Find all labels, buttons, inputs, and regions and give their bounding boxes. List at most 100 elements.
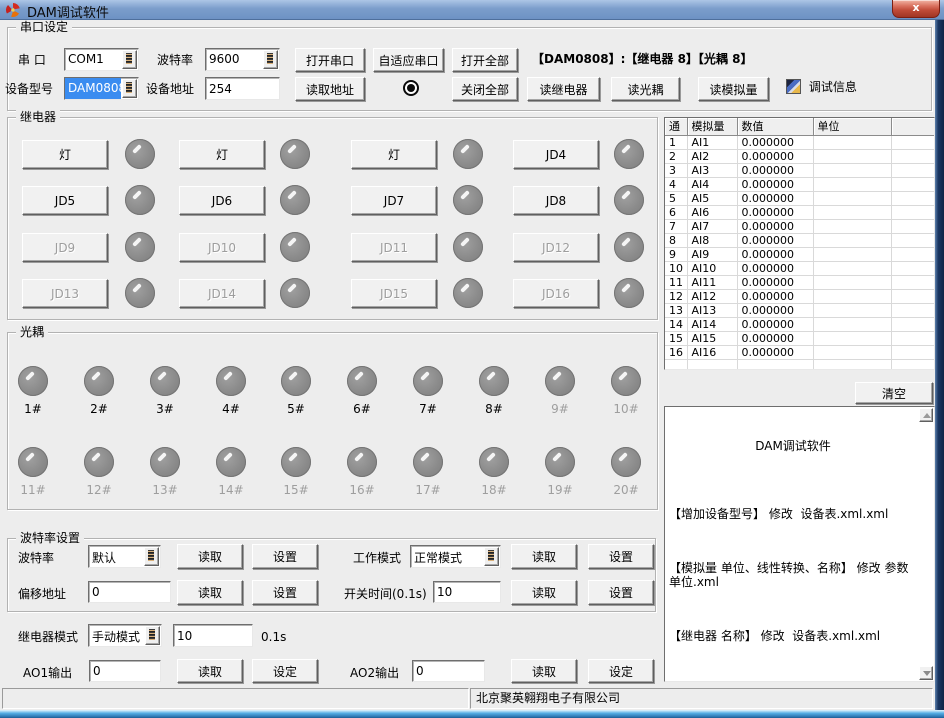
opto-label-17: 17#: [408, 483, 448, 497]
read-addr-button[interactable]: 读取地址: [295, 77, 365, 101]
port-status-indicator: [403, 80, 419, 96]
ao2-input[interactable]: [412, 660, 485, 682]
relay-led-14: [280, 278, 310, 308]
opto-label-3: 3#: [145, 402, 185, 416]
clear-log-button[interactable]: 清空: [855, 382, 933, 404]
relay-button-7[interactable]: JD7: [351, 186, 437, 215]
opto-led-11: [18, 447, 48, 477]
table-row[interactable]: 11AI110.000000: [665, 275, 935, 289]
work-mode-combobox[interactable]: 正常模式: [410, 545, 501, 568]
combo-drop-icon[interactable]: [263, 50, 278, 69]
ao2-set-button[interactable]: 设定: [588, 659, 654, 683]
relay-led-13: [125, 278, 155, 308]
relay-led-15: [453, 278, 483, 308]
table-row[interactable]: 10AI100.000000: [665, 261, 935, 275]
opto-led-8: [479, 366, 509, 396]
offset-set-button[interactable]: 设置: [252, 580, 318, 605]
opto-label-11: 11#: [13, 483, 53, 497]
combo-drop-icon[interactable]: [122, 79, 137, 98]
table-row[interactable]: 2AI20.000000: [665, 149, 935, 163]
work-mode-read-button[interactable]: 读取: [511, 544, 577, 569]
table-row[interactable]: 8AI80.000000: [665, 233, 935, 247]
switch-time-read-button[interactable]: 读取: [511, 580, 577, 605]
relay-mode-combobox[interactable]: 手动模式: [88, 624, 162, 647]
window-title: DAM调试软件: [27, 2, 109, 21]
relay-mode-time-input[interactable]: [173, 624, 253, 647]
relay-button-10[interactable]: JD10: [179, 233, 265, 262]
opto-led-1: [18, 366, 48, 396]
auto-adapt-port-button[interactable]: 自适应串口: [373, 48, 444, 72]
debug-info-toggle[interactable]: 调试信息: [786, 79, 857, 94]
relay-button-1[interactable]: 灯: [22, 140, 108, 169]
table-row[interactable]: 14AI140.000000: [665, 317, 935, 331]
opto-label-2: 2#: [79, 402, 119, 416]
relay-button-9[interactable]: JD9: [22, 233, 108, 262]
combo-drop-icon[interactable]: [122, 50, 137, 69]
title-bar: DAM调试软件: [0, 0, 944, 20]
relay-led-2: [280, 139, 310, 169]
baud-combobox[interactable]: 9600: [205, 48, 280, 71]
device-addr-label: 设备地址: [146, 82, 194, 96]
relay-button-13[interactable]: JD13: [22, 279, 108, 308]
table-row[interactable]: 16AI160.000000: [665, 345, 935, 359]
log-title: DAM调试软件: [669, 439, 917, 453]
combo-drop-icon[interactable]: [144, 547, 159, 566]
read-opto-button[interactable]: 读光耦: [611, 77, 680, 101]
relay-button-5[interactable]: JD5: [22, 186, 108, 215]
relay-button-6[interactable]: JD6: [179, 186, 265, 215]
table-row[interactable]: 13AI130.000000: [665, 303, 935, 317]
offset-read-button[interactable]: 读取: [177, 580, 243, 605]
relay-button-15[interactable]: JD15: [351, 279, 437, 308]
app-icon: [5, 2, 21, 18]
ao1-set-button[interactable]: 设定: [252, 659, 318, 683]
ao1-read-button[interactable]: 读取: [177, 659, 243, 683]
open-all-button[interactable]: 打开全部: [452, 48, 518, 72]
table-row[interactable]: 6AI60.000000: [665, 205, 935, 219]
relay-button-2[interactable]: 灯: [179, 140, 265, 169]
baudrate-set-button[interactable]: 设置: [252, 544, 318, 569]
relay-button-8[interactable]: JD8: [513, 186, 599, 215]
table-row[interactable]: 12AI120.000000: [665, 289, 935, 303]
relay-button-4[interactable]: JD4: [513, 140, 599, 169]
opto-led-4: [216, 366, 246, 396]
log-panel: DAM调试软件 【增加设备型号】 修改 设备表.xml.xml 【模拟量 单位、…: [664, 406, 935, 682]
read-analog-button[interactable]: 读模拟量: [698, 77, 769, 101]
table-row[interactable]: 5AI50.000000: [665, 191, 935, 205]
table-row[interactable]: 1AI10.000000: [665, 135, 935, 149]
relay-button-14[interactable]: JD14: [179, 279, 265, 308]
combo-drop-icon[interactable]: [484, 547, 499, 566]
baudrate-read-button[interactable]: 读取: [177, 544, 243, 569]
ao1-input[interactable]: [89, 660, 161, 682]
opto-label-1: 1#: [13, 402, 53, 416]
offset-addr-input[interactable]: [88, 581, 171, 603]
relay-led-8: [614, 185, 644, 215]
app-window: DAM调试软件 x 串口设定 串 口 COM1 波特率 9600 打开串口 自适…: [0, 0, 944, 718]
table-row[interactable]: 4AI40.000000: [665, 177, 935, 191]
relay-button-3[interactable]: 灯: [351, 140, 437, 169]
switch-time-input[interactable]: [433, 581, 501, 603]
opto-group-title: 光耦: [16, 325, 48, 339]
relay-button-16[interactable]: JD16: [513, 279, 599, 308]
opto-label-6: 6#: [342, 402, 382, 416]
port-combobox[interactable]: COM1: [64, 48, 139, 71]
table-row[interactable]: 9AI90.000000: [665, 247, 935, 261]
close-button[interactable]: x: [892, 0, 940, 18]
scroll-up-icon[interactable]: [919, 408, 933, 422]
table-row[interactable]: 15AI150.000000: [665, 331, 935, 345]
switch-time-set-button[interactable]: 设置: [588, 580, 654, 605]
opto-led-2: [84, 366, 114, 396]
model-combobox[interactable]: DAM0808: [64, 77, 139, 100]
device-addr-input[interactable]: [205, 77, 280, 100]
close-all-button[interactable]: 关闭全部: [452, 77, 518, 101]
scroll-down-icon[interactable]: [919, 666, 933, 680]
ao2-read-button[interactable]: 读取: [511, 659, 577, 683]
work-mode-set-button[interactable]: 设置: [588, 544, 654, 569]
baudrate-combobox[interactable]: 默认: [88, 545, 161, 568]
combo-drop-icon[interactable]: [145, 626, 160, 645]
relay-button-11[interactable]: JD11: [351, 233, 437, 262]
open-port-button[interactable]: 打开串口: [295, 48, 365, 72]
table-row[interactable]: 3AI30.000000: [665, 163, 935, 177]
read-relay-button[interactable]: 读继电器: [527, 77, 600, 101]
table-row[interactable]: 7AI70.000000: [665, 219, 935, 233]
relay-button-12[interactable]: JD12: [513, 233, 599, 262]
